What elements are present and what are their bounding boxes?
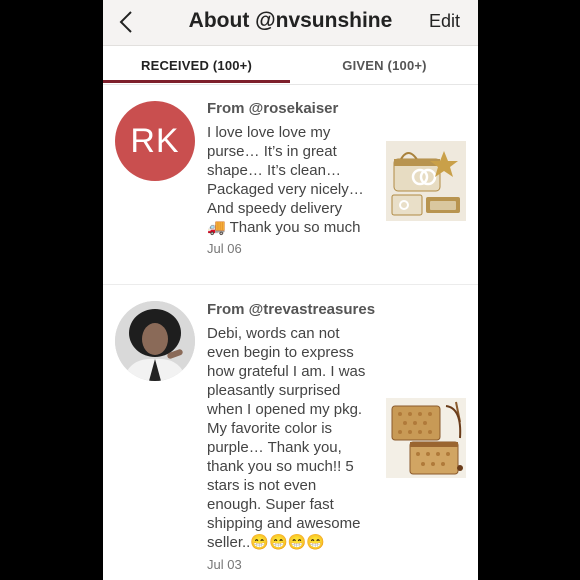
review-date: Jul 03 xyxy=(207,557,242,572)
review-line: thank you so much!! 5 xyxy=(207,458,354,475)
listing-thumbnail[interactable] xyxy=(386,398,466,478)
avatar-initials: RK xyxy=(130,121,180,160)
review-line: purse… It’s in great xyxy=(207,143,337,160)
review-line: I love love love my xyxy=(207,124,331,141)
review-text: Debi, words can not even begin to expres… xyxy=(207,324,377,552)
review-line: And speedy delivery xyxy=(207,200,343,217)
review-line: Packaged very nicely… xyxy=(207,181,364,198)
review-item: From @trevastreasures Debi, words can no… xyxy=(103,285,478,580)
active-tab-indicator xyxy=(103,80,290,83)
avatar[interactable] xyxy=(115,301,195,381)
avatar[interactable]: RK xyxy=(115,101,195,181)
review-line: My favorite color is xyxy=(207,420,333,437)
reviewer-name[interactable]: From @trevastreasures xyxy=(207,301,375,318)
tab-given[interactable]: GIVEN (100+) xyxy=(291,46,478,84)
handbag-set-photo xyxy=(386,141,466,221)
review-line: purple… Thank you, xyxy=(207,439,342,456)
review-line: enough. Super fast xyxy=(207,496,334,513)
listing-thumbnail[interactable] xyxy=(386,141,466,221)
review-line: even begin to express xyxy=(207,344,354,361)
tab-received[interactable]: RECEIVED (100+) xyxy=(103,46,290,84)
review-line: Debi, words can not xyxy=(207,325,340,342)
reviewer-name[interactable]: From @rosekaiser xyxy=(207,100,338,117)
review-line: shape… It’s clean… xyxy=(207,162,341,179)
review-line: shipping and awesome xyxy=(207,515,361,532)
app-screen: About @nvsunshine Edit RECEIVED (100+) G… xyxy=(103,0,478,580)
review-item: RK From @rosekaiser I love love love my … xyxy=(103,84,478,285)
top-bar: About @nvsunshine Edit xyxy=(103,0,478,46)
review-line: seller..😁😁😁😁 xyxy=(207,534,326,551)
edit-button[interactable]: Edit xyxy=(429,11,460,32)
page-title: About @nvsunshine xyxy=(188,9,393,32)
review-text: I love love love my purse… It’s in great… xyxy=(207,123,377,237)
user-photo-icon xyxy=(115,301,195,381)
review-date: Jul 06 xyxy=(207,241,242,256)
review-line: when I opened my pkg. xyxy=(207,401,363,418)
review-line: how grateful I am. I was xyxy=(207,363,366,380)
review-line: stars is not even xyxy=(207,477,317,494)
crossbody-bags-photo xyxy=(386,398,466,478)
review-line: 🚚 Thank you so much xyxy=(207,219,361,236)
review-line: pleasantly surprised xyxy=(207,382,341,399)
